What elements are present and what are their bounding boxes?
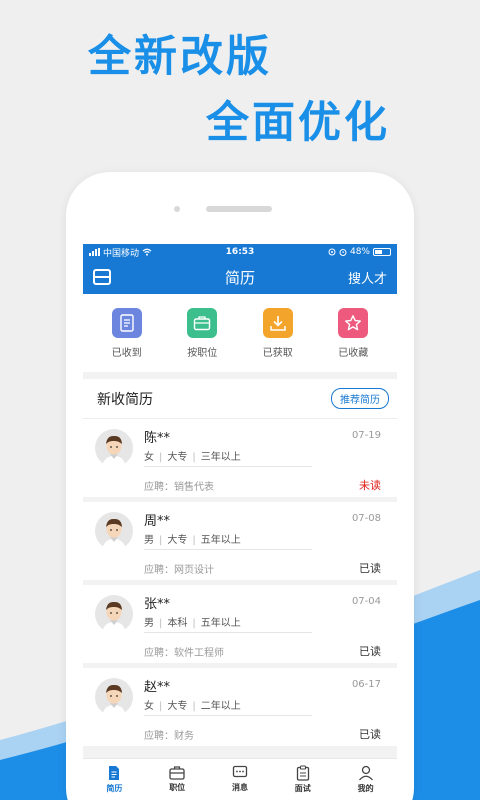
status-bar: 中国移动 16:53 48% <box>83 244 397 260</box>
avatar <box>95 512 133 550</box>
quick-action-label: 已获取 <box>262 347 293 359</box>
candidate-gender: 女 <box>144 701 154 712</box>
candidate-info: 男 | 大专 | 五年以上 <box>144 535 241 546</box>
quick-action-obtained[interactable]: 已获取 <box>243 307 313 359</box>
search-talent-button[interactable]: 搜人才 <box>348 268 387 287</box>
nav-bar: 简历 搜人才 <box>83 260 397 294</box>
tab-label: 消息 <box>231 783 248 792</box>
candidate-education: 大专 <box>167 452 188 463</box>
card-divider <box>144 632 312 633</box>
resume-card[interactable]: 陈** 07-19 女 | 大专 | 三年以上 应聘：销售代表 未读 <box>83 419 397 497</box>
resume-date: 07-19 <box>351 430 381 441</box>
candidate-gender: 女 <box>144 452 154 463</box>
quick-action-label: 已收藏 <box>338 347 369 359</box>
quick-action-favorites[interactable]: 已收藏 <box>318 307 388 359</box>
document-icon <box>111 307 142 338</box>
position-name: 软件工程师 <box>174 648 224 659</box>
card-divider <box>144 466 312 467</box>
star-icon <box>338 307 369 338</box>
candidate-gender: 男 <box>144 535 154 546</box>
status-time: 16:53 <box>225 247 255 257</box>
quick-action-received[interactable]: 已收到 <box>92 307 162 359</box>
avatar <box>95 595 133 633</box>
download-icon <box>262 307 293 338</box>
candidate-info: 女 | 大专 | 三年以上 <box>144 452 241 463</box>
tab-label: 简历 <box>106 784 123 793</box>
resume-icon <box>109 766 120 780</box>
applied-position: 应聘：销售代表 <box>144 478 214 493</box>
tab-profile[interactable]: 我的 <box>334 759 397 800</box>
card-divider <box>144 549 312 550</box>
read-status: 未读 <box>359 479 381 492</box>
new-resumes-header: 新收简历 推荐简历 <box>83 379 397 419</box>
tab-messages[interactable]: 消息 <box>209 759 272 800</box>
position-name: 财务 <box>174 731 194 742</box>
avatar <box>95 429 133 467</box>
recommended-resumes-button[interactable]: 推荐简历 <box>331 388 389 409</box>
candidate-gender: 男 <box>144 618 154 629</box>
promo-headline-1: 全新改版 <box>88 32 272 82</box>
candidate-education: 大专 <box>167 535 188 546</box>
resume-date: 07-08 <box>351 513 381 524</box>
resume-card[interactable]: 张** 07-04 男 | 本科 | 五年以上 应聘：软件工程师 已读 <box>83 585 397 663</box>
applied-position: 应聘：网页设计 <box>144 561 214 576</box>
tab-interviews[interactable]: 面试 <box>271 759 334 800</box>
resume-date: 06-17 <box>351 679 381 690</box>
tab-label: 职位 <box>169 783 186 792</box>
user-icon <box>358 765 373 781</box>
promo-headline-2: 全面优化 <box>206 98 390 148</box>
phone-camera <box>174 206 180 212</box>
tab-positions[interactable]: 职位 <box>146 759 209 800</box>
candidate-experience: 三年以上 <box>200 452 241 463</box>
top-bar: 中国移动 16:53 48% 简历 搜人才 <box>83 244 397 294</box>
tab-resume[interactable]: 简历 <box>83 759 146 800</box>
briefcase-icon <box>187 307 218 338</box>
position-name: 销售代表 <box>174 482 214 493</box>
briefcase-icon <box>169 766 185 780</box>
avatar <box>95 678 133 716</box>
quick-action-label: 按职位 <box>187 347 218 359</box>
tab-label: 面试 <box>294 784 311 793</box>
quick-actions: 已收到 按职位 已获取 已收藏 <box>83 294 397 372</box>
resume-date: 07-04 <box>351 596 381 607</box>
read-status: 已读 <box>359 728 381 741</box>
app-screen: 中国移动 16:53 48% 简历 搜人才 已收到 按职位 已获取 已收藏 新收… <box>83 244 397 800</box>
applied-position: 应聘：软件工程师 <box>144 644 224 659</box>
quick-action-label: 已收到 <box>111 347 142 359</box>
battery-icon <box>373 248 391 256</box>
candidate-name: 张** <box>144 597 171 612</box>
apply-prefix: 应聘： <box>144 565 174 576</box>
candidate-name: 赵** <box>144 680 171 695</box>
read-status: 已读 <box>359 645 381 658</box>
candidate-experience: 五年以上 <box>200 535 241 546</box>
position-name: 网页设计 <box>174 565 214 576</box>
candidate-experience: 二年以上 <box>200 701 241 712</box>
section-title: 新收简历 <box>97 391 153 408</box>
candidate-info: 女 | 大专 | 二年以上 <box>144 701 241 712</box>
phone-speaker <box>206 206 272 212</box>
resume-card[interactable]: 周** 07-08 男 | 大专 | 五年以上 应聘：网页设计 已读 <box>83 502 397 580</box>
resume-list: 陈** 07-19 女 | 大专 | 三年以上 应聘：销售代表 未读 周** 07-08… <box>83 419 397 746</box>
candidate-experience: 五年以上 <box>200 618 241 629</box>
clipboard-icon <box>296 765 309 781</box>
read-status: 已读 <box>359 562 381 575</box>
candidate-name: 周** <box>144 514 171 529</box>
candidate-education: 本科 <box>167 618 188 629</box>
apply-prefix: 应聘： <box>144 731 174 742</box>
applied-position: 应聘：财务 <box>144 727 194 742</box>
apply-prefix: 应聘： <box>144 482 174 493</box>
apply-prefix: 应聘： <box>144 648 174 659</box>
resume-card[interactable]: 赵** 06-17 女 | 大专 | 二年以上 应聘：财务 已读 <box>83 668 397 746</box>
card-divider <box>144 715 312 716</box>
quick-action-by-position[interactable]: 按职位 <box>167 307 237 359</box>
tab-label: 我的 <box>357 784 374 793</box>
tab-bar: 简历 职位 消息 面试 我的 <box>83 758 397 800</box>
candidate-info: 男 | 本科 | 五年以上 <box>144 618 241 629</box>
candidate-education: 大专 <box>167 701 188 712</box>
message-icon <box>232 765 248 778</box>
candidate-name: 陈** <box>144 431 171 446</box>
